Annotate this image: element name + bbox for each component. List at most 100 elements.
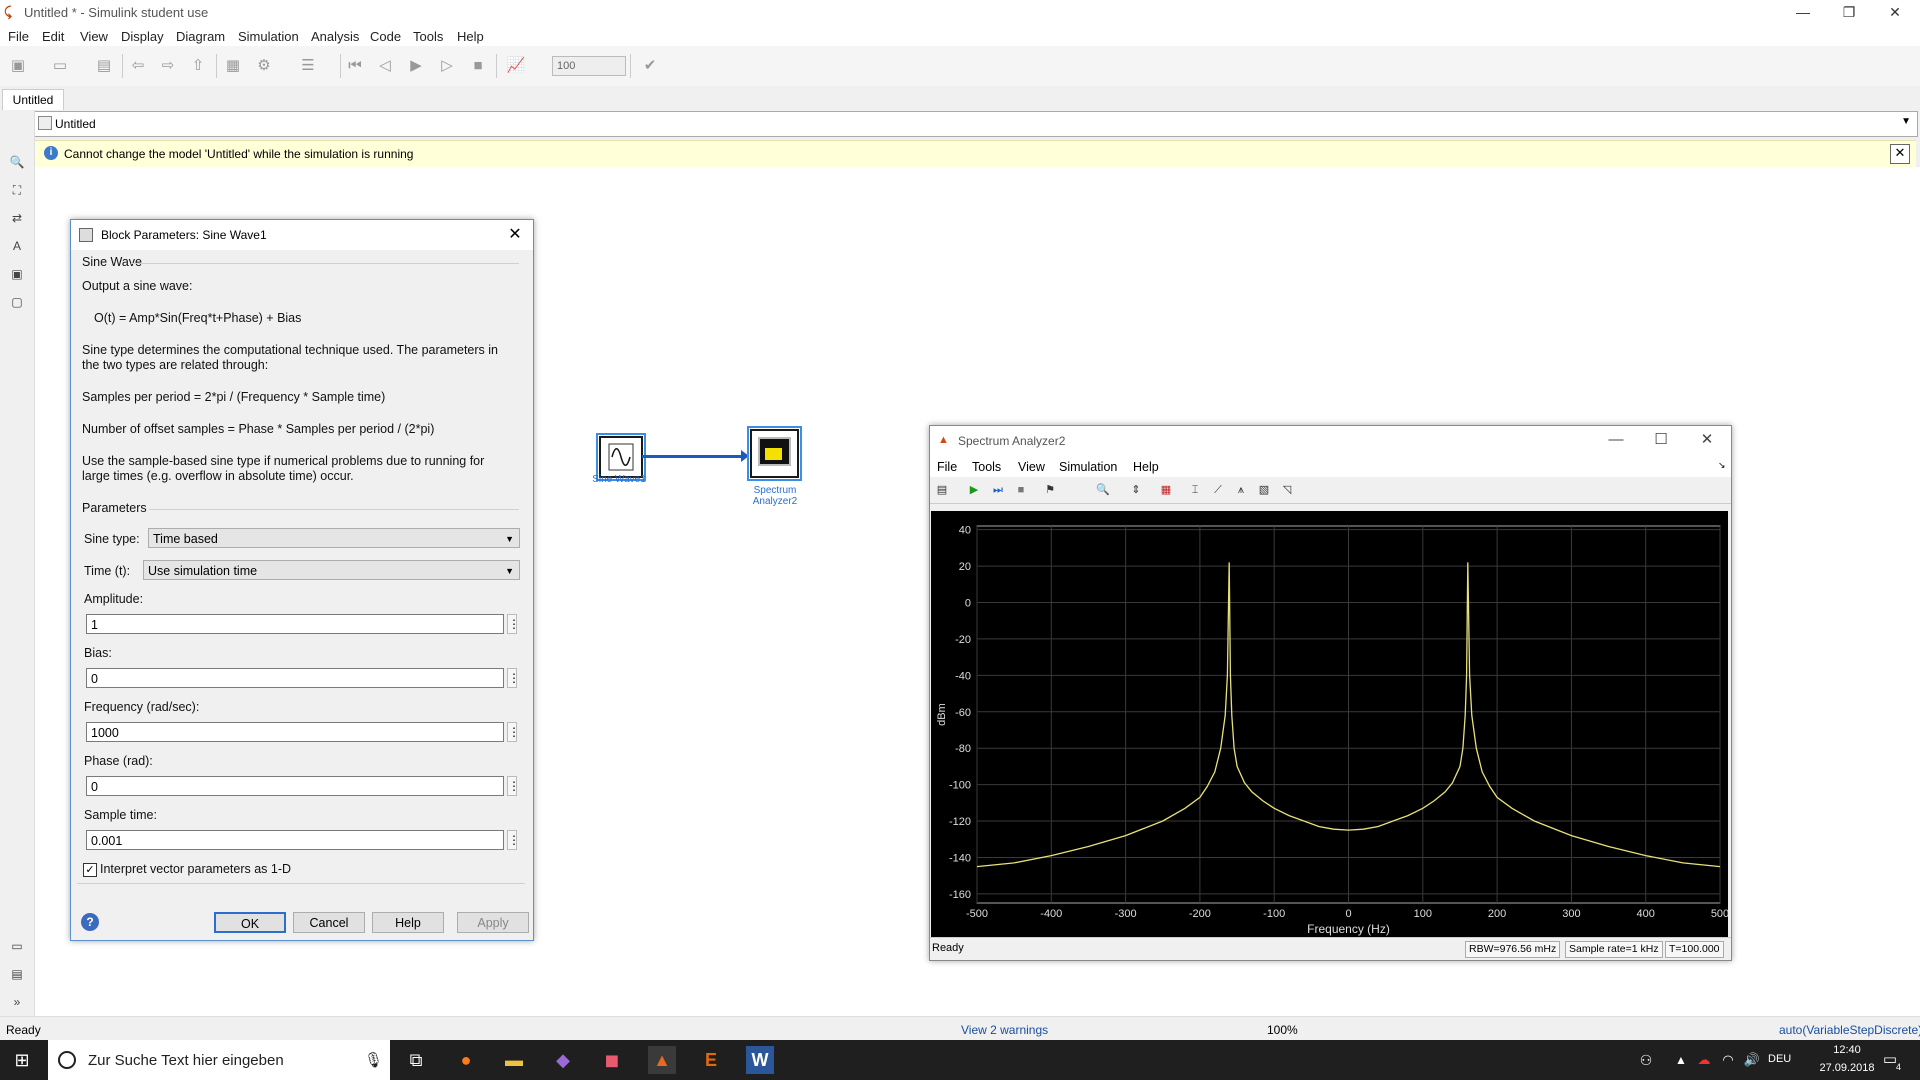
- arrows-icon[interactable]: ⇄: [9, 210, 25, 226]
- word-icon[interactable]: W: [746, 1046, 774, 1074]
- stop-icon[interactable]: ■: [468, 56, 488, 76]
- close-button[interactable]: ✕: [1872, 0, 1918, 26]
- signal-line[interactable]: [642, 455, 745, 458]
- spectrum-settings-icon[interactable]: ▦: [1158, 482, 1174, 498]
- area-icon[interactable]: ▢: [9, 294, 25, 310]
- help-button[interactable]: Help: [372, 912, 444, 933]
- bias-options-button[interactable]: ⋮: [507, 668, 520, 688]
- language-indicator[interactable]: DEU: [1768, 1053, 1791, 1065]
- open-icon[interactable]: ▭: [50, 56, 70, 76]
- solver-link[interactable]: auto(VariableStepDiscrete): [1779, 1023, 1920, 1037]
- menu-diagram[interactable]: Diagram: [176, 29, 225, 44]
- cancel-button[interactable]: Cancel: [293, 912, 365, 933]
- maximize-button[interactable]: ☐: [1650, 430, 1672, 450]
- highlight-icon[interactable]: ⚑: [1042, 482, 1058, 498]
- sine-wave-block[interactable]: [596, 433, 646, 481]
- zoom-icon[interactable]: 🔍: [9, 154, 25, 170]
- bias-field[interactable]: 0: [86, 668, 504, 688]
- people-icon[interactable]: ⚇: [1632, 1046, 1660, 1074]
- paint-icon[interactable]: ◼: [598, 1046, 626, 1074]
- tab-untitled[interactable]: Untitled: [2, 89, 64, 110]
- peak-finder-icon[interactable]: ⩚: [1233, 482, 1249, 498]
- fit-to-view-icon[interactable]: ⛶: [9, 182, 25, 198]
- close-icon[interactable]: ✕: [1890, 144, 1910, 164]
- menu-analysis[interactable]: Analysis: [311, 29, 359, 44]
- menu-view[interactable]: View: [80, 29, 108, 44]
- windows-start-icon[interactable]: ⊞: [8, 1046, 36, 1074]
- clock-time[interactable]: 12:40: [1817, 1044, 1877, 1056]
- clock-date[interactable]: 27.09.2018: [1807, 1062, 1887, 1074]
- expand-icon[interactable]: »: [9, 994, 25, 1010]
- stop-time-input[interactable]: 100: [552, 56, 626, 76]
- run-icon[interactable]: ▶: [966, 482, 982, 498]
- step-forward-icon[interactable]: ▷: [437, 56, 457, 76]
- apply-button[interactable]: Apply: [457, 912, 529, 933]
- sample-time-options-button[interactable]: ⋮: [507, 830, 520, 850]
- chevron-down-icon[interactable]: ▼: [1901, 116, 1911, 127]
- step-back-one-icon[interactable]: ◁: [375, 56, 395, 76]
- new-model-icon[interactable]: ▣: [8, 56, 28, 76]
- step-back-icon[interactable]: ⏮: [345, 56, 365, 76]
- ok-button[interactable]: OK: [214, 912, 286, 933]
- frequency-options-button[interactable]: ⋮: [507, 722, 520, 742]
- spectrum-menu-simulation[interactable]: Simulation: [1059, 460, 1117, 474]
- save-icon[interactable]: ▤: [94, 56, 114, 76]
- volume-icon[interactable]: 🔊: [1738, 1046, 1766, 1074]
- image-icon[interactable]: ▣: [9, 266, 25, 282]
- spectrum-menu-view[interactable]: View: [1018, 460, 1045, 474]
- measure-icon[interactable]: ⟋: [1210, 482, 1226, 498]
- dock-icon[interactable]: ↘: [1718, 460, 1726, 471]
- menu-help[interactable]: Help: [457, 29, 484, 44]
- frequency-field[interactable]: 1000: [86, 722, 504, 742]
- minimize-button[interactable]: —: [1780, 0, 1826, 26]
- spectrum-menu-help[interactable]: Help: [1133, 460, 1159, 474]
- model-settings-icon[interactable]: ⚙: [254, 56, 274, 76]
- restore-button[interactable]: ❐: [1826, 0, 1872, 26]
- sine-type-select[interactable]: Time based ▼: [148, 528, 520, 548]
- file-explorer-icon[interactable]: ▬: [500, 1046, 528, 1074]
- data-inspector-icon[interactable]: 📈: [506, 56, 526, 76]
- interpret-vector-checkbox[interactable]: ✓: [83, 863, 97, 877]
- step-forward-icon[interactable]: ⏭: [990, 482, 1006, 498]
- forward-icon[interactable]: ⇨: [158, 56, 178, 76]
- menu-code[interactable]: Code: [370, 29, 401, 44]
- print-icon[interactable]: ▤: [934, 482, 950, 498]
- model-browser-icon[interactable]: ▤: [9, 966, 25, 982]
- menu-simulation[interactable]: Simulation: [238, 29, 299, 44]
- model-advisor-icon[interactable]: ✔: [640, 56, 660, 76]
- annotation-icon[interactable]: A: [9, 238, 25, 254]
- library-browser-icon[interactable]: ▦: [223, 56, 243, 76]
- cursor-icon[interactable]: ⌶: [1187, 482, 1203, 498]
- sample-time-field[interactable]: 0.001: [86, 830, 504, 850]
- spectrum-menu-tools[interactable]: Tools: [972, 460, 1001, 474]
- close-icon[interactable]: ✕: [505, 225, 525, 245]
- spectrum-plot-area[interactable]: -500 -400 -300 -200 -100 0 100 200 300 400 500 40 20…: [931, 511, 1729, 940]
- amplitude-options-button[interactable]: ⋮: [507, 614, 520, 634]
- spectrum-menu-file[interactable]: File: [937, 460, 957, 474]
- menu-file[interactable]: File: [8, 29, 29, 44]
- spectrum-analyzer-block[interactable]: [747, 426, 802, 481]
- menu-display[interactable]: Display: [121, 29, 164, 44]
- close-button[interactable]: ✕: [1696, 430, 1718, 450]
- firefox-icon[interactable]: ●: [452, 1046, 480, 1074]
- model-explorer-icon[interactable]: ☰: [298, 56, 318, 76]
- taskbar-search[interactable]: Zur Suche Text hier eingeben 🎙: [48, 1040, 390, 1080]
- back-icon[interactable]: ⇦: [128, 56, 148, 76]
- stop-icon[interactable]: ■: [1013, 482, 1029, 498]
- minimize-button[interactable]: —: [1605, 430, 1627, 450]
- screenshot-icon[interactable]: ▭: [9, 938, 25, 954]
- phase-options-button[interactable]: ⋮: [507, 776, 520, 796]
- e-app-icon[interactable]: E: [697, 1046, 725, 1074]
- phase-field[interactable]: 0: [86, 776, 504, 796]
- help-icon[interactable]: ?: [81, 913, 99, 931]
- ccdf-icon[interactable]: ◹: [1279, 482, 1295, 498]
- menu-tools[interactable]: Tools: [413, 29, 443, 44]
- amplitude-field[interactable]: 1: [86, 614, 504, 634]
- task-view-icon[interactable]: ⧉: [402, 1046, 430, 1074]
- warnings-link[interactable]: View 2 warnings: [961, 1023, 1048, 1037]
- matlab-taskbar-icon[interactable]: ▲: [648, 1046, 676, 1074]
- visual-studio-icon[interactable]: ◆: [549, 1046, 577, 1074]
- time-select[interactable]: Use simulation time ▼: [143, 560, 520, 580]
- zoom-icon[interactable]: 🔍: [1095, 482, 1111, 498]
- model-path-bar[interactable]: Untitled ▼: [34, 111, 1918, 137]
